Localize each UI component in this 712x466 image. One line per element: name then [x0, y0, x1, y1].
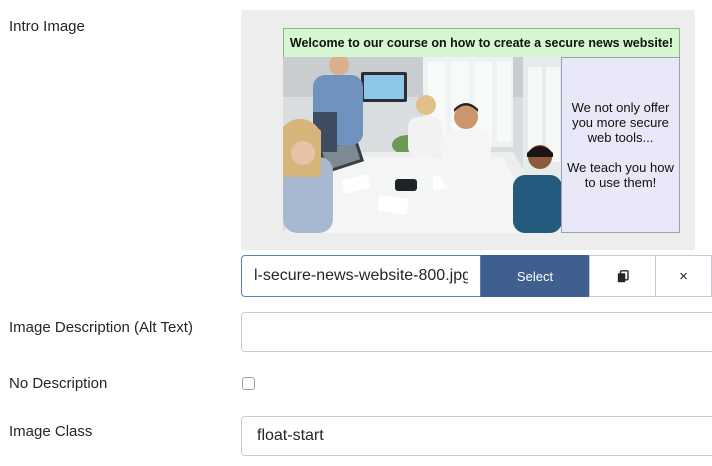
side-panel-text-1: We not only offer you more secure web to…	[571, 100, 670, 145]
meeting-photo	[283, 57, 562, 233]
no-description-label: No Description	[9, 375, 108, 392]
alt-text-label: Image Description (Alt Text)	[9, 319, 193, 336]
side-panel-text-2: We teach you how to use them!	[567, 160, 674, 190]
intro-image-input-group: Select ×	[241, 255, 712, 297]
image-class-input[interactable]	[241, 416, 712, 456]
copy-url-button[interactable]	[589, 255, 656, 297]
meeting-photo-illustration	[283, 57, 562, 233]
clear-image-button[interactable]: ×	[656, 255, 712, 297]
copy-icon	[617, 269, 629, 282]
select-image-button[interactable]: Select	[481, 255, 589, 297]
intro-image-label: Intro Image	[9, 18, 85, 35]
image-class-label: Image Class	[9, 423, 93, 440]
intro-image-filename-input[interactable]	[241, 255, 481, 297]
preview-banner: Welcome to our course on how to create a…	[283, 28, 680, 58]
close-icon: ×	[679, 267, 688, 285]
alt-text-input[interactable]	[241, 312, 712, 352]
preview-side-panel: We not only offer you more secure web to…	[561, 57, 680, 233]
no-description-checkbox[interactable]	[242, 377, 255, 390]
preview-banner-text: Welcome to our course on how to create a…	[289, 36, 674, 50]
